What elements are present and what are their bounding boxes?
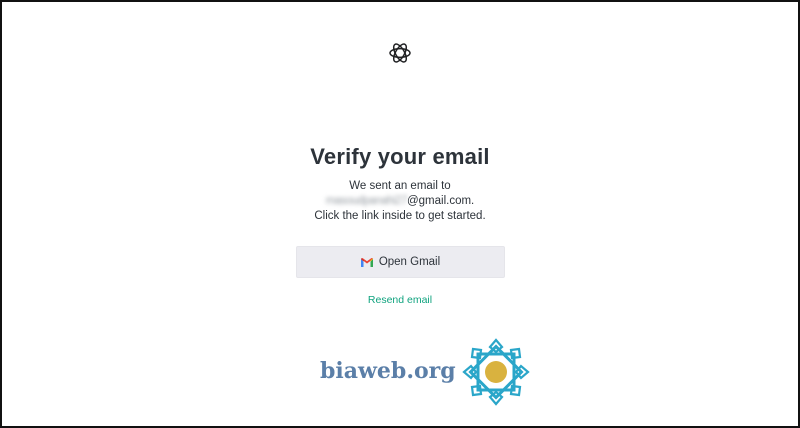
message-line-1: We sent an email to [349, 180, 451, 192]
watermark-text: biaweb.org [320, 358, 456, 384]
openai-logo-icon [389, 43, 411, 63]
page-title: Verify your email [310, 144, 490, 169]
biaweb-emblem-icon [462, 338, 530, 406]
open-gmail-label: Open Gmail [378, 256, 441, 268]
email-local-part-blurred: masoudpanahi27 [325, 195, 408, 207]
gmail-icon [360, 257, 373, 267]
open-gmail-button[interactable]: Open Gmail [296, 246, 505, 278]
email-domain: @gmail.com. [406, 195, 475, 207]
resend-email-link[interactable]: Resend email [0, 294, 800, 306]
message-email-line: masoudpanahi27@gmail.com. [0, 194, 800, 209]
message-line-3: Click the link inside to get started. [314, 210, 486, 222]
